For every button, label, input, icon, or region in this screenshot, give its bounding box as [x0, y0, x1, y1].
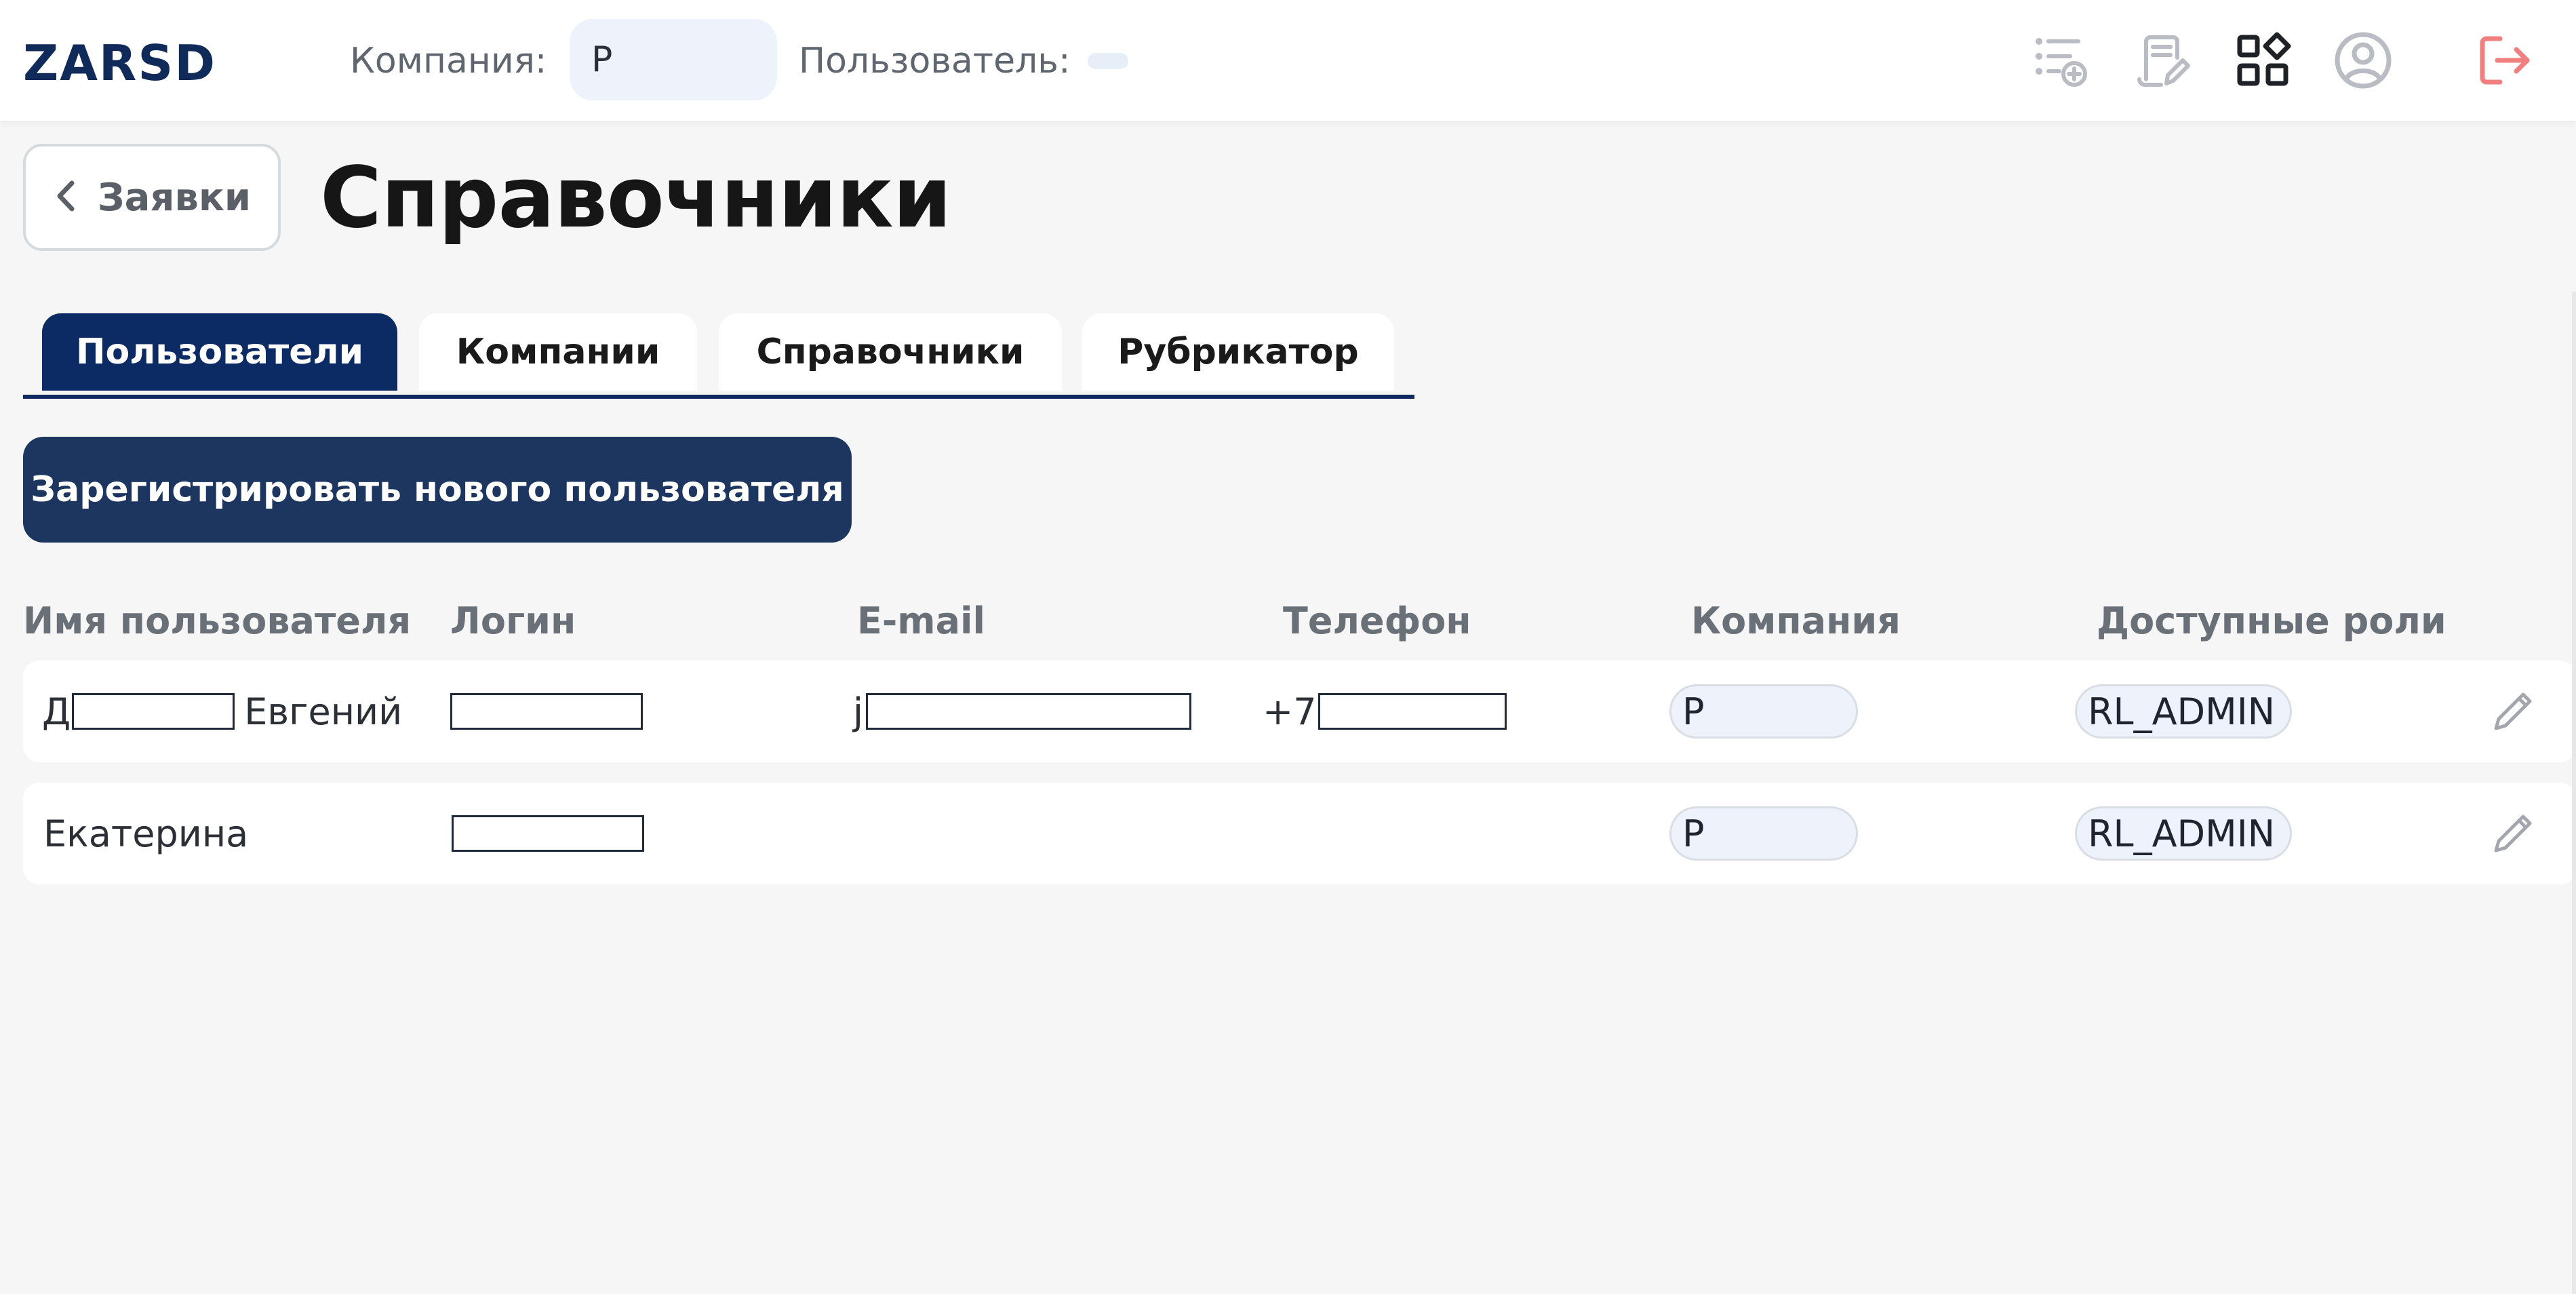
task-add-icon[interactable]	[2029, 30, 2090, 91]
redacted-block	[450, 693, 643, 730]
back-button-label: Заявки	[97, 175, 252, 220]
email-cell: j	[853, 661, 1192, 762]
top-bar: ZARSD Компания: Р Пользователь:	[0, 0, 2576, 121]
document-edit-icon[interactable]	[2132, 30, 2193, 91]
page-title: Справочники	[320, 149, 952, 247]
company-cell: Р	[1669, 783, 1858, 884]
company-pill[interactable]: Р	[1669, 684, 1858, 739]
tab-companies[interactable]: Компании	[419, 313, 697, 391]
user-label: Пользователь:	[799, 41, 1071, 81]
logout-icon[interactable]	[2474, 30, 2535, 91]
column-header-phone[interactable]: Телефон	[1283, 600, 1471, 643]
user-name-suffix: Евгений	[244, 690, 403, 733]
user-name-prefix: Д	[42, 690, 71, 733]
role-pill[interactable]: RL_ADMIN	[2075, 684, 2292, 739]
phone-prefix: +7	[1263, 690, 1317, 733]
login-cell	[452, 783, 644, 884]
logo[interactable]: ZARSD	[23, 35, 216, 92]
company-cell: Р	[1669, 661, 1858, 762]
scrollbar-track[interactable]	[2572, 292, 2576, 1294]
column-header-login[interactable]: Логин	[450, 600, 576, 643]
roles-cell: RL_ADMIN	[2075, 783, 2292, 884]
roles-cell: RL_ADMIN	[2075, 661, 2292, 762]
company-label: Компания:	[350, 41, 547, 81]
table-row[interactable]: Д Евгений j +7 Р RL_ADMIN	[23, 661, 2576, 762]
email-prefix: j	[853, 690, 864, 733]
table-row[interactable]: Екатерина Р RL_ADMIN	[23, 783, 2576, 884]
login-cell	[450, 661, 643, 762]
redacted-block	[1317, 693, 1507, 730]
chevron-left-icon	[53, 179, 80, 216]
edit-pencil-icon[interactable]	[2479, 783, 2547, 884]
tab-users[interactable]: Пользователи	[42, 313, 397, 391]
redacted-block	[452, 815, 644, 852]
back-button[interactable]: Заявки	[23, 144, 281, 251]
user-name-cell: Д Евгений	[42, 661, 402, 762]
user-name-suffix: Екатерина	[43, 812, 249, 855]
company-select[interactable]: Р	[570, 19, 777, 100]
edit-pencil-icon[interactable]	[2479, 661, 2547, 762]
user-value-chip[interactable]	[1088, 53, 1128, 69]
user-name-cell: Екатерина	[43, 783, 248, 884]
column-header-roles[interactable]: Доступные роли	[2097, 600, 2446, 643]
column-header-company[interactable]: Компания	[1691, 600, 1901, 643]
column-header-email[interactable]: E-mail	[857, 600, 985, 643]
tab-rubricator[interactable]: Рубрикатор	[1082, 313, 1394, 391]
redacted-block	[866, 693, 1192, 730]
register-user-button[interactable]: Зарегистрировать нового пользователя	[23, 437, 852, 543]
apps-grid-icon[interactable]	[2232, 30, 2293, 91]
tab-directories[interactable]: Справочники	[719, 313, 1062, 391]
column-header-name[interactable]: Имя пользователя	[23, 600, 411, 643]
redacted-block	[72, 693, 235, 730]
role-pill[interactable]: RL_ADMIN	[2075, 806, 2292, 861]
user-account-icon[interactable]	[2333, 30, 2394, 91]
phone-cell: +7	[1263, 661, 1507, 762]
company-pill[interactable]: Р	[1669, 806, 1858, 861]
tabs-bar: Пользователи Компании Справочники Рубрик…	[23, 313, 1414, 399]
logo-text: ZARSD	[23, 35, 216, 92]
